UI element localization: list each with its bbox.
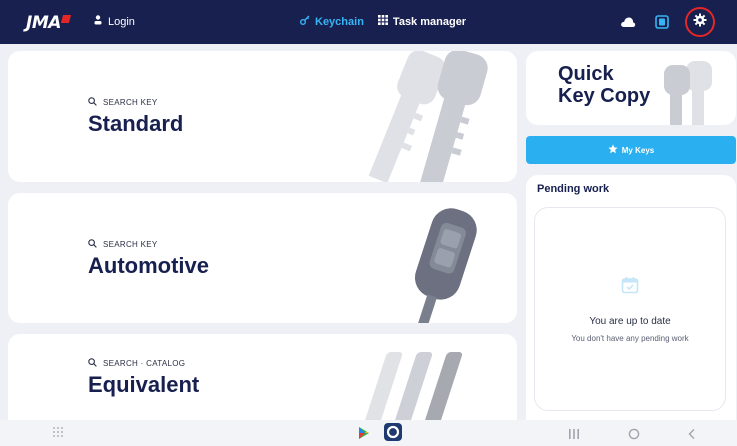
key-icon [300, 15, 310, 28]
standard-key-illustration [368, 51, 488, 182]
settings-app-icon[interactable] [384, 423, 402, 446]
cloud-icon [620, 15, 636, 33]
star-icon [608, 144, 618, 156]
card-title: Equivalent [88, 372, 200, 397]
my-keys-label: My Keys [621, 145, 655, 155]
jma-logo[interactable]: JMA [26, 13, 71, 33]
card-title: Automotive [88, 253, 209, 278]
user-icon [94, 15, 102, 28]
my-keys-button[interactable]: My Keys [526, 136, 736, 164]
search-catalog-label: SEARCH · CATALOG [88, 358, 185, 369]
card-standard[interactable]: SEARCH KEY Standard [8, 51, 517, 182]
search-icon [88, 358, 97, 369]
nav-task-manager[interactable]: Task manager [377, 15, 467, 28]
card-equivalent[interactable]: SEARCH · CATALOG Equivalent [8, 334, 517, 420]
search-key-label: SEARCH KEY [88, 97, 158, 108]
tablet-icon [655, 14, 669, 34]
main-nav: Keychain Task manager [300, 15, 466, 28]
cloud-button[interactable] [617, 13, 639, 35]
grid-icon [377, 15, 388, 28]
pending-work-panel: Pending work You are up to date You don'… [526, 175, 736, 420]
search-key-label: SEARCH KEY [88, 239, 158, 250]
apps-grid-icon[interactable] [52, 425, 64, 443]
car-key-illustration [414, 208, 477, 323]
back-icon[interactable] [687, 427, 697, 445]
play-store-icon[interactable] [358, 426, 370, 445]
quick-key-copy-card[interactable]: Quick Key Copy [526, 51, 736, 125]
calendar-check-icon [621, 277, 639, 294]
pending-work-title: Pending work [537, 183, 610, 195]
system-navigation-bar [0, 420, 737, 446]
login-button[interactable]: Login [94, 15, 135, 28]
top-actions [617, 7, 715, 37]
home-icon[interactable] [628, 427, 640, 445]
no-pending-work-message: You don't have any pending work [571, 334, 689, 343]
quick-key-copy-title: Quick Key Copy [558, 63, 651, 107]
equivalent-keys-illustration [359, 352, 463, 420]
quick-copy-keys-illustration [664, 61, 712, 125]
top-bar: JMA Login Keychain Task manager [0, 0, 737, 44]
login-label: Login [108, 15, 135, 28]
pending-work-list: You are up to date You don't have any pe… [534, 207, 726, 411]
search-icon [88, 239, 97, 250]
card-automotive[interactable]: SEARCH KEY Automotive [8, 193, 517, 323]
nav-task-manager-label: Task manager [392, 15, 467, 28]
gear-icon [693, 13, 707, 32]
up-to-date-message: You are up to date [589, 316, 671, 327]
search-icon [88, 97, 97, 108]
tablet-button[interactable] [651, 13, 673, 35]
nav-keychain[interactable]: Keychain [300, 15, 364, 28]
nav-keychain-label: Keychain [315, 15, 364, 28]
settings-button[interactable] [685, 7, 715, 37]
card-title: Standard [88, 111, 184, 136]
recent-apps-icon[interactable] [568, 427, 580, 445]
